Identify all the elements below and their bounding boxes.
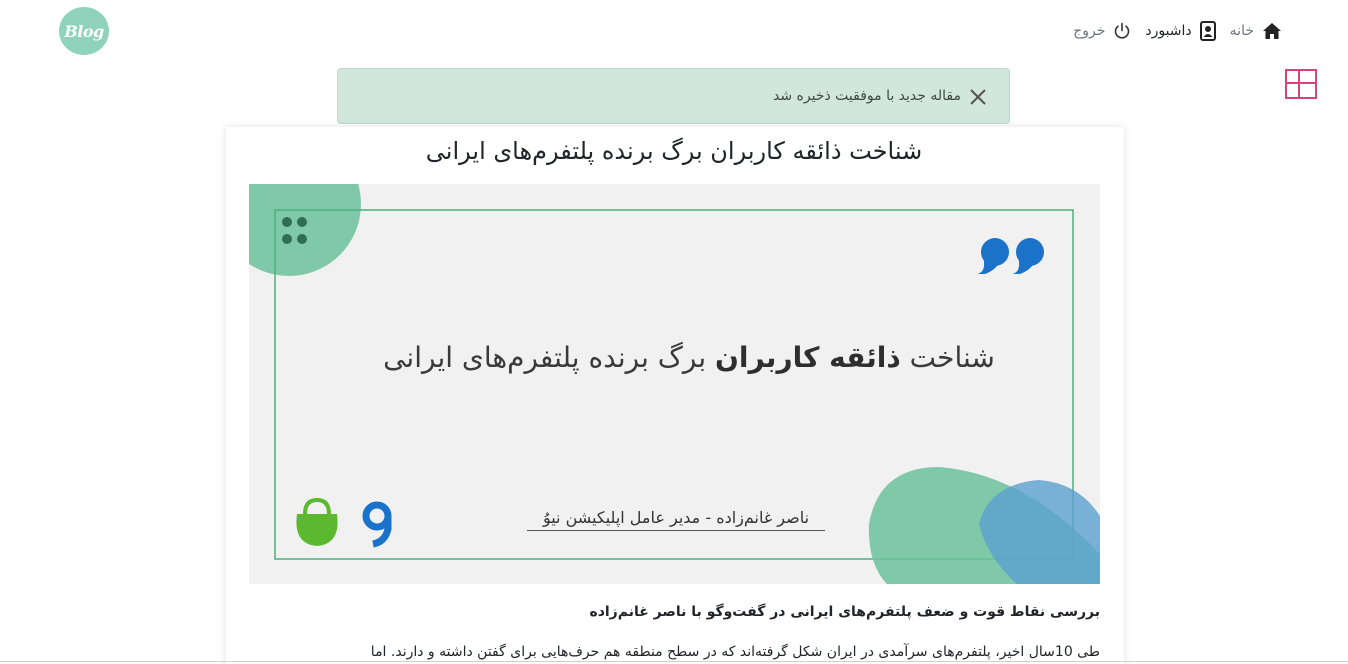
nav-logout[interactable]: خروج [1073, 18, 1131, 44]
power-icon [1113, 22, 1131, 40]
logo-text: Blog [64, 21, 104, 41]
banner-heading-bold: ذائقه کاربران [715, 341, 901, 374]
post-subtitle: بررسی نقاط قوت و ضعف پلتفرم‌های ایرانی د… [589, 604, 1100, 620]
page: Blog خانه داشبورد خروج مقاله جدید با موف… [0, 0, 1348, 664]
id-badge-icon [1199, 21, 1216, 41]
nav-logout-label: خروج [1073, 23, 1106, 39]
close-icon[interactable] [968, 87, 988, 111]
banner-caption: ناصر غانم‌زاده - مدیر عامل اپلیکیشن نیوُ [527, 508, 825, 531]
success-alert: مقاله جدید با موفقیت ذخیره شد [337, 68, 1010, 124]
home-icon [1262, 22, 1282, 40]
bottom-divider [0, 661, 1348, 662]
banner-heading-prefix: شناخت [900, 341, 995, 374]
nav-dashboard[interactable]: داشبورد [1145, 18, 1216, 44]
nav-home-label: خانه [1229, 23, 1254, 39]
nav-home[interactable]: خانه [1230, 18, 1282, 44]
blog-logo[interactable]: Blog [59, 7, 109, 55]
post-body: طی 10سال اخیر، پلتفرم‌های سرآمدی در ایرا… [370, 644, 1100, 660]
top-nav: خانه داشبورد خروج [1073, 18, 1282, 44]
post-title: شناخت ذائقه کاربران برگ برنده پلتفرم‌های… [425, 137, 923, 165]
banner-heading: شناخت ذائقه کاربران برگ برنده پلتفرم‌های… [0, 341, 1348, 374]
alert-message: مقاله جدید با موفقیت ذخیره شد [772, 88, 961, 104]
banner-heading-suffix: برگ برنده پلتفرم‌های ایرانی [383, 341, 716, 374]
nav-dashboard-label: داشبورد [1145, 23, 1192, 39]
layout-grid-icon[interactable] [1285, 69, 1317, 99]
